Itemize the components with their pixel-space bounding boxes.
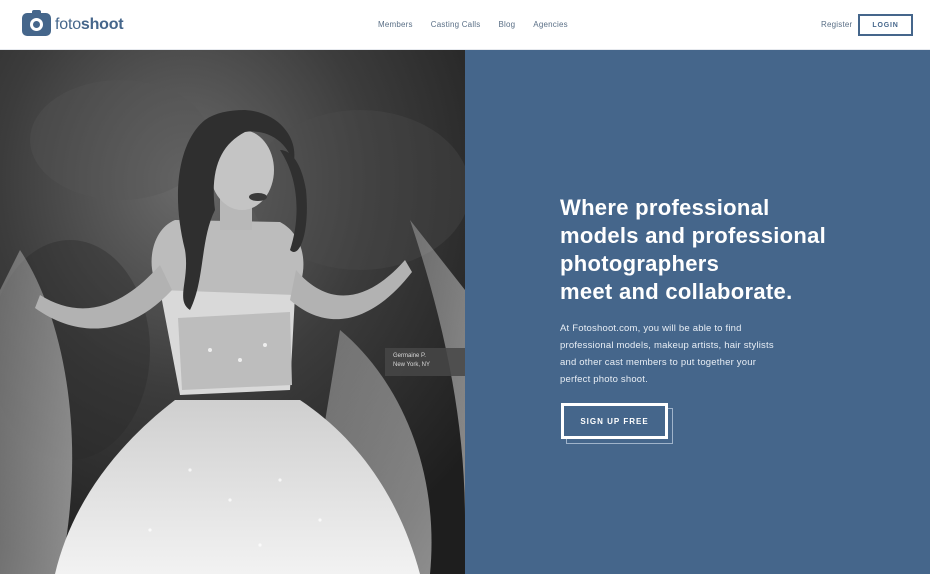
photo-caption: Germaine P. New York, NY: [385, 348, 465, 376]
signup-cta: SIGN UP FREE: [561, 403, 673, 445]
caption-name: Germaine P.: [393, 353, 426, 359]
hero-description: At Fotoshoot.com, you will be able to fi…: [560, 320, 860, 388]
signup-button[interactable]: SIGN UP FREE: [561, 403, 668, 439]
description-line-2: professional models, makeup artists, hai…: [560, 340, 774, 351]
login-button[interactable]: LOGIN: [858, 14, 913, 36]
description-line-1: At Fotoshoot.com, you will be able to fi…: [560, 323, 742, 334]
hero-headline: Where professional models and profession…: [560, 194, 900, 306]
description-line-4: perfect photo shoot.: [560, 374, 648, 385]
logo-text-light: foto: [55, 15, 81, 33]
caption-location: New York, NY: [393, 362, 431, 368]
nav-blog[interactable]: Blog: [498, 20, 515, 29]
logo-text: fotoshoot: [55, 15, 124, 34]
nav-members[interactable]: Members: [378, 20, 413, 29]
logo-text-bold: shoot: [80, 15, 124, 33]
register-link[interactable]: Register: [821, 20, 852, 29]
site-header: fotoshoot Members Casting Calls Blog Age…: [0, 0, 930, 50]
hero-panel: Where professional models and profession…: [465, 50, 930, 574]
main-nav: Members Casting Calls Blog Agencies: [378, 20, 586, 29]
nav-agencies[interactable]: Agencies: [533, 20, 568, 29]
nav-casting-calls[interactable]: Casting Calls: [431, 20, 481, 29]
headline-line-3: photographers: [560, 251, 720, 276]
headline-line-2: models and professional: [560, 223, 827, 248]
description-line-3: and other cast members to put together y…: [560, 357, 757, 368]
camera-icon: [22, 10, 51, 36]
hero-photo: Germaine P. New York, NY: [0, 50, 465, 574]
logo[interactable]: fotoshoot: [22, 10, 124, 36]
headline-line-4: meet and collaborate.: [560, 279, 793, 304]
model-photo-illustration: [0, 50, 465, 574]
headline-line-1: Where professional: [560, 195, 770, 220]
